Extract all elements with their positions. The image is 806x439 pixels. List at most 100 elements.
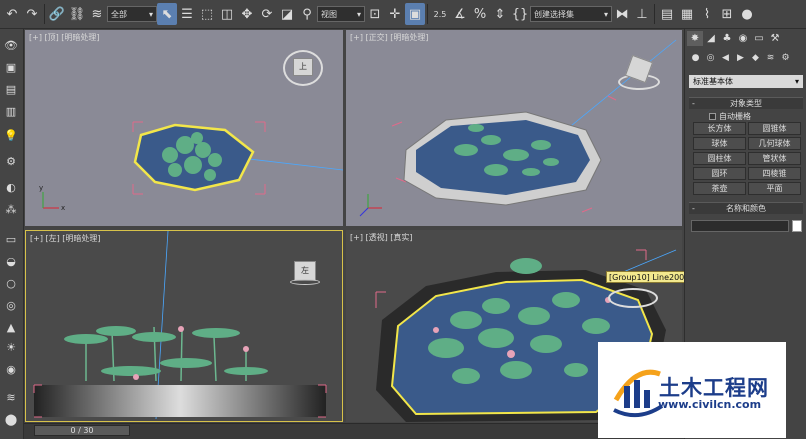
sphere-primitive-icon[interactable]: ◒: [2, 253, 20, 269]
reference-coord-dropdown[interactable]: 视图 ▾: [317, 6, 365, 22]
viewcube-top[interactable]: 上: [281, 48, 325, 88]
schematic-view-icon[interactable]: ⊞: [717, 3, 737, 25]
container-icon[interactable]: 👁: [2, 37, 20, 53]
scale-icon[interactable]: ◪: [277, 3, 297, 25]
lotus-leaves-left: [64, 326, 268, 376]
shapes-icon[interactable]: ◎: [704, 51, 717, 65]
asset-tracking-icon[interactable]: ⚙: [2, 153, 20, 169]
scene-explorer-icon[interactable]: ▤: [2, 81, 20, 97]
manipulate-icon[interactable]: ✛: [385, 3, 405, 25]
layer-explorer-icon[interactable]: ▥: [2, 103, 20, 119]
display-tab-icon[interactable]: ▭: [751, 31, 767, 46]
pyramid-button[interactable]: 四棱锥: [748, 167, 801, 180]
sphere-button[interactable]: 球体: [693, 137, 746, 150]
viewcube-face[interactable]: 左: [294, 261, 316, 281]
chevron-down-icon: ▾: [603, 9, 608, 19]
pivot-center-icon[interactable]: ⊡: [365, 3, 385, 25]
layer-manager-icon[interactable]: ▤: [657, 3, 677, 25]
toolbar-divider: [44, 4, 45, 24]
object-tooltip: [Group10] Line200: [606, 271, 688, 283]
plane-button[interactable]: 平面: [748, 182, 801, 195]
object-color-swatch[interactable]: [792, 220, 802, 232]
edit-named-selection-icon[interactable]: {}: [510, 3, 530, 25]
redo-icon[interactable]: ↷: [22, 3, 42, 25]
material-editor-icon[interactable]: ●: [737, 3, 757, 25]
percent-snap-icon[interactable]: %: [470, 3, 490, 25]
systems-icon[interactable]: ⚙: [779, 51, 792, 65]
placement-icon[interactable]: ⚲: [297, 3, 317, 25]
dynamics-icon[interactable]: ⬤: [2, 411, 20, 427]
box-primitive-icon[interactable]: ▭: [2, 231, 20, 247]
named-selection-set-value: 创建选择集: [534, 9, 574, 19]
timeline: 0 / 30: [24, 423, 684, 439]
axis-x-label: x: [61, 204, 65, 212]
space-warps-icon[interactable]: ≋: [764, 51, 777, 65]
utilities-tab-icon[interactable]: ⚒: [767, 31, 783, 46]
mirror-icon[interactable]: ⧓: [612, 3, 632, 25]
circle-primitive-icon[interactable]: ○: [2, 275, 20, 291]
time-slider[interactable]: 0 / 30: [34, 425, 130, 436]
viewcube-front[interactable]: [616, 52, 662, 96]
selection-filter-value: 全部: [111, 9, 127, 19]
bind-space-warp-icon[interactable]: ≋: [87, 3, 107, 25]
snap-toggle-icon[interactable]: 2.5: [430, 3, 450, 25]
particle-view-icon[interactable]: ⁂: [2, 201, 20, 217]
spinner-snap-icon[interactable]: ⇕: [490, 3, 510, 25]
hair-fur-icon[interactable]: ≋: [2, 389, 20, 405]
reaction-icon[interactable]: ◐: [2, 179, 20, 195]
helpers-icon[interactable]: ◆: [749, 51, 762, 65]
select-object-icon[interactable]: ⬉: [157, 3, 177, 25]
teapot-button[interactable]: 茶壶: [693, 182, 746, 195]
tube-button[interactable]: 管状体: [748, 152, 801, 165]
link-icon[interactable]: 🔗: [47, 3, 67, 25]
cylinder-button[interactable]: 圆柱体: [693, 152, 746, 165]
select-by-name-icon[interactable]: ☰: [177, 3, 197, 25]
hierarchy-tab-icon[interactable]: ♣: [719, 31, 735, 46]
category-dropdown[interactable]: 标准基本体 ▾: [689, 75, 803, 88]
create-tab-icon[interactable]: ✸: [687, 31, 703, 46]
sky-dome-icon[interactable]: ◉: [2, 361, 20, 377]
keyboard-shortcut-icon[interactable]: ▣: [405, 3, 425, 25]
cone-button[interactable]: 圆锥体: [748, 122, 801, 135]
viewcube-face[interactable]: 上: [293, 58, 313, 76]
lights-icon[interactable]: ◀: [719, 51, 732, 65]
viewport-front[interactable]: [+] [正交] [明暗处理]: [346, 30, 682, 226]
motion-tab-icon[interactable]: ◉: [735, 31, 751, 46]
chevron-down-icon: ▾: [794, 77, 799, 86]
rect-selection-icon[interactable]: ⬚: [197, 3, 217, 25]
sun-light-icon[interactable]: ☀: [2, 339, 20, 355]
viewport-left[interactable]: [+] [左] [明暗处理] 左: [25, 230, 343, 422]
torus-primitive-icon[interactable]: ◎: [2, 297, 20, 313]
geometry-icon[interactable]: ●: [689, 51, 702, 65]
viewport-top[interactable]: [+] [顶] [明暗处理] x y 上: [25, 30, 343, 226]
viewcube-left[interactable]: 左: [290, 259, 320, 287]
unlink-icon[interactable]: ⛓: [67, 3, 87, 25]
curve-editor-icon[interactable]: ⌇: [697, 3, 717, 25]
align-icon[interactable]: ⊥: [632, 3, 652, 25]
light-icon[interactable]: 💡: [2, 127, 20, 143]
ribbon-icon[interactable]: ▦: [677, 3, 697, 25]
cameras-icon[interactable]: ▶: [734, 51, 747, 65]
autogrid-checkbox[interactable]: 自动栅格: [709, 111, 751, 122]
geosphere-button[interactable]: 几何球体: [748, 137, 801, 150]
window-crossing-icon[interactable]: ◫: [217, 3, 237, 25]
checkbox-label: 自动栅格: [719, 112, 751, 121]
undo-icon[interactable]: ↶: [2, 3, 22, 25]
move-icon[interactable]: ✥: [237, 3, 257, 25]
rollout-name-color[interactable]: - 名称和颜色: [689, 202, 803, 214]
main-toolbar: ↶ ↷ 🔗 ⛓ ≋ 全部 ▾ ⬉ ☰ ⬚ ◫ ✥ ⟳ ◪ ⚲ 视图 ▾ ⊡ ✛ ▣ …: [0, 0, 806, 29]
axis-tripod-top: [42, 192, 59, 209]
render-setup-icon[interactable]: ▣: [2, 59, 20, 75]
selection-filter-dropdown[interactable]: 全部 ▾: [107, 6, 157, 22]
torus-button[interactable]: 圆环: [693, 167, 746, 180]
left-toolbar: 👁 ▣ ▤ ▥ 💡 ⚙ ◐ ⁂ ▭ ◒ ○ ◎ ▲ ☀ ◉ ≋ ⬤: [0, 29, 24, 439]
named-selection-set-dropdown[interactable]: 创建选择集 ▾: [530, 6, 612, 22]
box-button[interactable]: 长方体: [693, 122, 746, 135]
cone-primitive-icon[interactable]: ▲: [2, 319, 20, 335]
rotate-icon[interactable]: ⟳: [257, 3, 277, 25]
create-category-icons: ● ◎ ◀ ▶ ◆ ≋ ⚙: [689, 51, 803, 67]
object-name-input[interactable]: [691, 220, 789, 232]
rollout-object-type[interactable]: - 对象类型: [689, 97, 803, 109]
modify-tab-icon[interactable]: ◢: [703, 31, 719, 46]
angle-snap-icon[interactable]: ∡: [450, 3, 470, 25]
